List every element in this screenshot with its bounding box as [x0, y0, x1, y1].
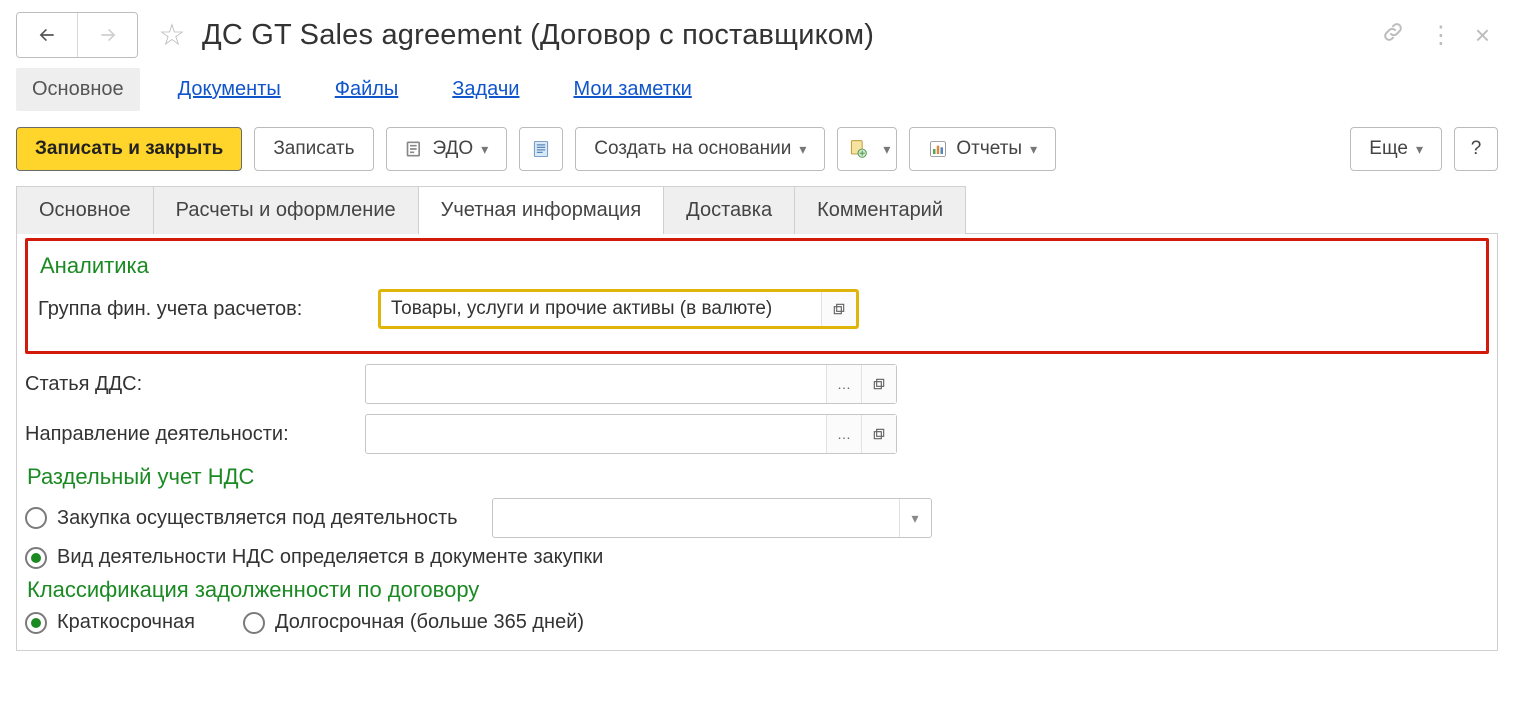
chevron-down-icon: ▾	[799, 141, 806, 158]
dds-label: Статья ДДС:	[25, 373, 355, 396]
direction-field[interactable]: …	[365, 414, 897, 454]
tab-settlements[interactable]: Расчеты и оформление	[153, 186, 419, 234]
section-nav: Основное Документы Файлы Задачи Мои заме…	[16, 68, 1498, 111]
create-based-on-label: Создать на основании	[594, 138, 791, 160]
tab-accounting-info[interactable]: Учетная информация	[418, 186, 665, 234]
section-tab-tasks[interactable]: Задачи	[436, 68, 535, 111]
back-button[interactable]	[17, 13, 77, 57]
debt-options-row: Краткосрочная Долгосрочная (больше 365 д…	[25, 611, 1489, 634]
tab-panel-accounting-info: Аналитика Группа фин. учета расчетов: То…	[16, 234, 1498, 651]
edo-icon	[405, 139, 425, 159]
analytics-highlight: Аналитика Группа фин. учета расчетов: То…	[25, 238, 1489, 354]
kebab-menu-icon[interactable]: ⋮	[1429, 21, 1451, 50]
vat-option-1-radio[interactable]	[25, 507, 47, 529]
topbar: ☆ ДС GT Sales agreement (Договор с поста…	[16, 12, 1498, 58]
create-based-on-button[interactable]: Создать на основании ▾	[575, 127, 825, 171]
open-icon[interactable]	[862, 365, 896, 403]
chevron-down-icon: ▾	[1416, 141, 1423, 158]
link-icon[interactable]	[1381, 20, 1405, 50]
vat-option-1-label: Закупка осуществляется под деятельность	[57, 507, 458, 530]
open-icon[interactable]	[822, 292, 856, 326]
forward-button[interactable]	[77, 13, 137, 57]
vat-option-1-row: Закупка осуществляется под деятельность …	[25, 498, 1489, 538]
dds-input[interactable]	[366, 365, 826, 403]
chevron-down-icon: ▾	[883, 141, 890, 158]
app-root: ☆ ДС GT Sales agreement (Договор с поста…	[0, 0, 1514, 716]
section-tab-notes[interactable]: Мои заметки	[557, 68, 707, 111]
open-icon[interactable]	[862, 415, 896, 453]
reports-label: Отчеты	[956, 138, 1022, 160]
more-button[interactable]: Еще ▾	[1350, 127, 1442, 171]
ellipsis-icon[interactable]: …	[827, 365, 861, 403]
top-right-icons: ⋮ ×	[1381, 20, 1490, 51]
analytics-title: Аналитика	[40, 253, 1476, 279]
dds-field[interactable]: …	[365, 364, 897, 404]
debt-long-label: Долгосрочная (больше 365 дней)	[275, 611, 584, 634]
chevron-down-icon[interactable]: ▾	[899, 499, 931, 537]
direction-label: Направление деятельности:	[25, 423, 355, 446]
document-settings-button[interactable]: ▾	[837, 127, 897, 171]
tab-delivery[interactable]: Доставка	[663, 186, 795, 234]
vat-activity-select[interactable]: ▾	[492, 498, 932, 538]
list-icon-button[interactable]	[519, 127, 563, 171]
chevron-down-icon: ▾	[1030, 141, 1037, 158]
chevron-down-icon: ▾	[481, 141, 488, 158]
debt-section-title: Классификация задолженности по договору	[27, 577, 1489, 603]
tabstrip: Основное Расчеты и оформление Учетная ин…	[16, 185, 1498, 234]
fin-group-value: Товары, услуги и прочие активы (в валюте…	[381, 292, 821, 326]
favorite-star-icon[interactable]: ☆	[150, 13, 194, 57]
tab-main[interactable]: Основное	[16, 186, 154, 234]
vat-option-2-row: Вид деятельности НДС определяется в доку…	[25, 546, 1489, 569]
reports-button[interactable]: Отчеты ▾	[909, 127, 1056, 171]
save-button[interactable]: Записать	[254, 127, 373, 171]
debt-long-radio[interactable]	[243, 612, 265, 634]
reports-icon	[928, 139, 948, 159]
vat-section-title: Раздельный учет НДС	[27, 464, 1489, 490]
direction-input[interactable]	[366, 415, 826, 453]
section-tab-main[interactable]: Основное	[16, 68, 140, 111]
tab-comment[interactable]: Комментарий	[794, 186, 966, 234]
dds-row: Статья ДДС: …	[25, 364, 1489, 404]
debt-short-radio[interactable]	[25, 612, 47, 634]
edo-label: ЭДО	[433, 138, 474, 160]
direction-row: Направление деятельности: …	[25, 414, 1489, 454]
fin-group-label: Группа фин. учета расчетов:	[38, 298, 368, 321]
toolbar: Записать и закрыть Записать ЭДО ▾ Создат…	[16, 127, 1498, 171]
nav-history	[16, 12, 138, 58]
save-and-close-button[interactable]: Записать и закрыть	[16, 127, 242, 171]
debt-short-label: Краткосрочная	[57, 611, 195, 634]
ellipsis-icon[interactable]: …	[827, 415, 861, 453]
page-title: ДС GT Sales agreement (Договор с поставщ…	[202, 19, 1373, 52]
section-tab-documents[interactable]: Документы	[162, 68, 297, 111]
edo-button[interactable]: ЭДО ▾	[386, 127, 508, 171]
fin-group-field[interactable]: Товары, услуги и прочие активы (в валюте…	[378, 289, 859, 329]
fin-group-row: Группа фин. учета расчетов: Товары, услу…	[38, 289, 1476, 329]
vat-option-2-radio[interactable]	[25, 547, 47, 569]
close-icon[interactable]: ×	[1475, 20, 1490, 51]
more-label: Еще	[1369, 138, 1408, 160]
help-button[interactable]: ?	[1454, 127, 1498, 171]
section-tab-files[interactable]: Файлы	[319, 68, 415, 111]
vat-option-2-label: Вид деятельности НДС определяется в доку…	[57, 546, 603, 569]
